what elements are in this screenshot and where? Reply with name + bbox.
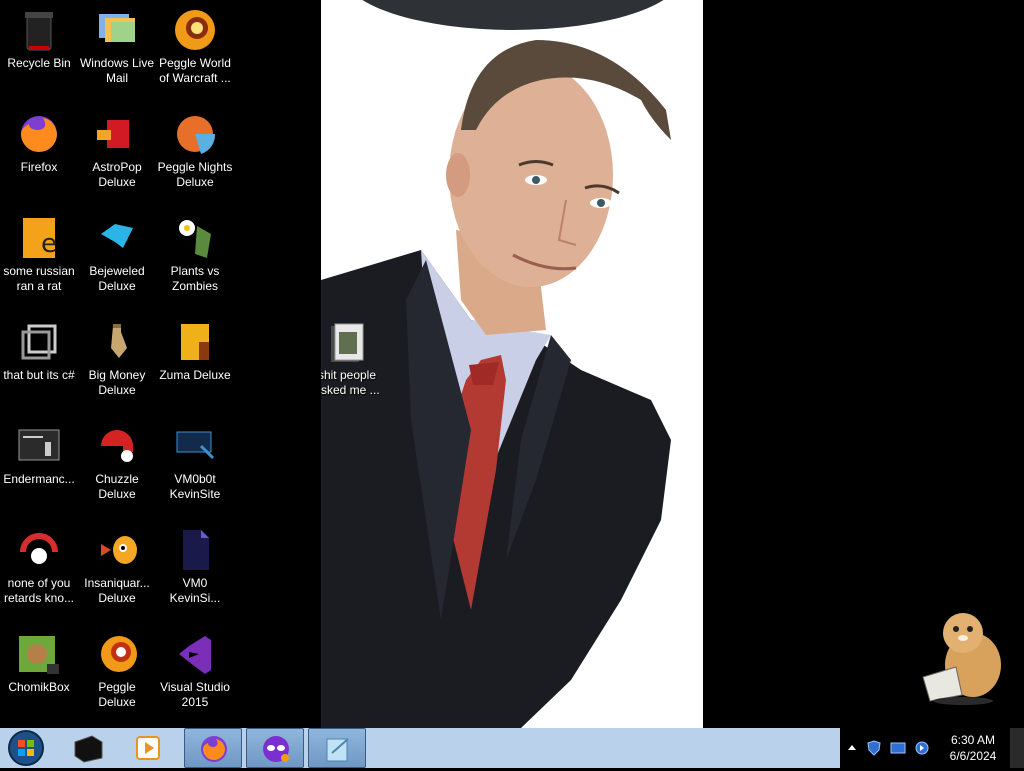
desktop-icon-label: Chuzzle Deluxe (95, 472, 139, 501)
desktop-icon-label: Visual Studio 2015 (160, 680, 230, 709)
clock-time: 6:30 AM (950, 733, 996, 747)
astropop-icon (93, 110, 141, 158)
app-icon (15, 526, 63, 574)
peggle-deluxe-icon (93, 630, 141, 678)
terminal-icon (15, 422, 63, 470)
desktop-icon-label: Plants vs Zombies (170, 264, 220, 293)
desktop-icon[interactable]: Peggle Nights Deluxe (156, 104, 234, 190)
sandboxie-icon: e (15, 214, 63, 262)
network-icon[interactable] (890, 740, 906, 756)
desktop-icon-label: Zuma Deluxe (159, 368, 231, 382)
desktop-icon[interactable]: e some russian ran a rat (0, 208, 78, 294)
start-button[interactable] (4, 729, 48, 767)
desktop-icon[interactable]: Peggle World of Warcraft ... (156, 0, 234, 86)
desktop-icon[interactable]: Big Money Deluxe (78, 312, 156, 398)
media-player-icon (136, 736, 160, 760)
desktop-icon-label: Windows Live Mail (79, 56, 155, 85)
svg-text:e: e (41, 229, 57, 259)
desktop-icon-label: Endermanc... (3, 472, 75, 486)
firefox-icon (201, 736, 227, 762)
chuzzle-icon (93, 422, 141, 470)
vm-monitor-icon (171, 422, 219, 470)
chomikbox-icon (15, 630, 63, 678)
shortcut-folder-icon (15, 318, 63, 366)
zuma-icon (171, 318, 219, 366)
desktop-icon[interactable]: Chuzzle Deluxe (78, 416, 156, 502)
peggle-nights-icon (171, 110, 219, 158)
desktop-icon[interactable]: none of you retards kno... (0, 520, 78, 606)
desktop-icon-label: Peggle World of Warcraft ... (159, 56, 231, 85)
desktop-icon-label: Big Money Deluxe (88, 368, 146, 397)
bejeweled-icon (93, 214, 141, 262)
desktop-icon[interactable]: Firefox (0, 104, 78, 175)
desktop-icon[interactable]: Endermanc... (0, 416, 78, 487)
shield-icon[interactable] (866, 740, 882, 756)
taskbar-pinned-app[interactable] (128, 728, 168, 768)
vm-file-icon (171, 526, 219, 574)
desktop-icon[interactable]: Plants vs Zombies (156, 208, 234, 294)
desktop-icon-label: AstroPop Deluxe (92, 160, 142, 189)
taskbar-app-firefox[interactable] (184, 728, 242, 768)
desktop-icon-label: VM0 KevinSi... (169, 576, 221, 605)
desktop-icon-label: that but its c# (3, 368, 75, 382)
desktop-icon[interactable]: Peggle Deluxe (78, 624, 156, 710)
show-desktop-button[interactable] (1010, 728, 1024, 768)
folder-icon (323, 318, 371, 366)
visual-studio-icon (171, 630, 219, 678)
hamster-mascot-icon (922, 613, 1001, 705)
desktop-icon-label: ChomikBox (8, 680, 70, 694)
sound-icon[interactable] (914, 740, 930, 756)
black-box-app-icon (74, 735, 103, 763)
desktop-wallpaper: shit people asked me ... (321, 0, 703, 728)
taskbar: 6:30 AM 6/6/2024 (0, 728, 1024, 768)
clock-date: 6/6/2024 (949, 749, 997, 763)
recycle-bin-icon (15, 6, 63, 54)
desktop-icon[interactable]: ChomikBox (0, 624, 78, 695)
firefox-icon (15, 110, 63, 158)
show-hidden-icons-arrow[interactable] (844, 740, 860, 756)
desktop-icon[interactable]: VM0b0t KevinSite (156, 416, 234, 502)
desktop-icon-label: Bejeweled Deluxe (89, 264, 145, 293)
desktop-icon-label: none of you retards kno... (3, 576, 75, 605)
desktop-icon[interactable]: that but its c# (0, 312, 78, 383)
windows-orb-icon (8, 730, 44, 766)
insaniquarium-icon (93, 526, 141, 574)
desktop-icon-label: VM0b0t KevinSite (169, 472, 221, 501)
desktop-icon[interactable]: VM0 KevinSi... (156, 520, 234, 606)
peggle-wow-icon (171, 6, 219, 54)
desktop-icon-label: Firefox (20, 160, 58, 174)
big-money-icon (93, 318, 141, 366)
desktop-icon[interactable]: Recycle Bin (0, 0, 78, 71)
desktop-icon-label: Insaniquar... Deluxe (84, 576, 150, 605)
desktop-icon[interactable]: AstroPop Deluxe (78, 104, 156, 190)
plants-vs-zombies-icon (171, 214, 219, 262)
taskbar-app-notepad[interactable] (308, 728, 366, 768)
taskbar-clock[interactable]: 6:30 AM 6/6/2024 (940, 732, 1006, 764)
desktop-icon-folder[interactable]: shit people asked me ... (321, 312, 386, 398)
desktop-icon-label: Peggle Deluxe (98, 680, 136, 709)
desktop-icon[interactable]: Visual Studio 2015 (156, 624, 234, 710)
desktop-icon-label: Recycle Bin (7, 56, 71, 70)
notepad-app-icon (326, 738, 349, 762)
desktop-icon-label: some russian ran a rat (3, 264, 75, 293)
desktop-icon[interactable]: Zuma Deluxe (156, 312, 234, 383)
windows-live-mail-icon (93, 6, 141, 54)
taskbar-app-purple-mask[interactable] (246, 728, 304, 768)
taskbar-pinned-app[interactable] (68, 728, 108, 768)
desktop-icon[interactable]: Bejeweled Deluxe (78, 208, 156, 294)
desktop-icon-label: Peggle Nights Deluxe (157, 160, 233, 189)
desktop-icon[interactable]: Insaniquar... Deluxe (78, 520, 156, 606)
desktop-icon-label: shit people asked me ... (321, 368, 380, 397)
desktop-icon[interactable]: Windows Live Mail (78, 0, 156, 86)
purple-mask-app-icon (263, 736, 289, 762)
